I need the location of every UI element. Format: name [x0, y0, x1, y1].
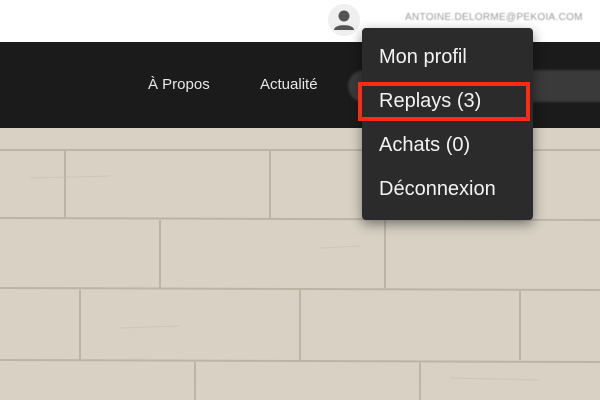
page: ANTOINE.DELORME@PEKOIA.COM À Propos Actu… [0, 0, 600, 400]
nav-link-a-propos[interactable]: À Propos [148, 76, 210, 93]
menu-item-achats[interactable]: Achats (0) [379, 134, 470, 157]
user-email: ANTOINE.DELORME@PEKOIA.COM [405, 12, 583, 23]
user-dropdown-menu: Mon profil Replays (3) Achats (0) Déconn… [362, 28, 533, 220]
user-avatar-icon[interactable] [328, 4, 360, 36]
menu-item-mon-profil[interactable]: Mon profil [379, 46, 467, 69]
replays-highlight-annotation [358, 82, 530, 121]
menu-item-deconnexion[interactable]: Déconnexion [379, 178, 496, 201]
nav-link-actualite[interactable]: Actualité [260, 76, 318, 93]
